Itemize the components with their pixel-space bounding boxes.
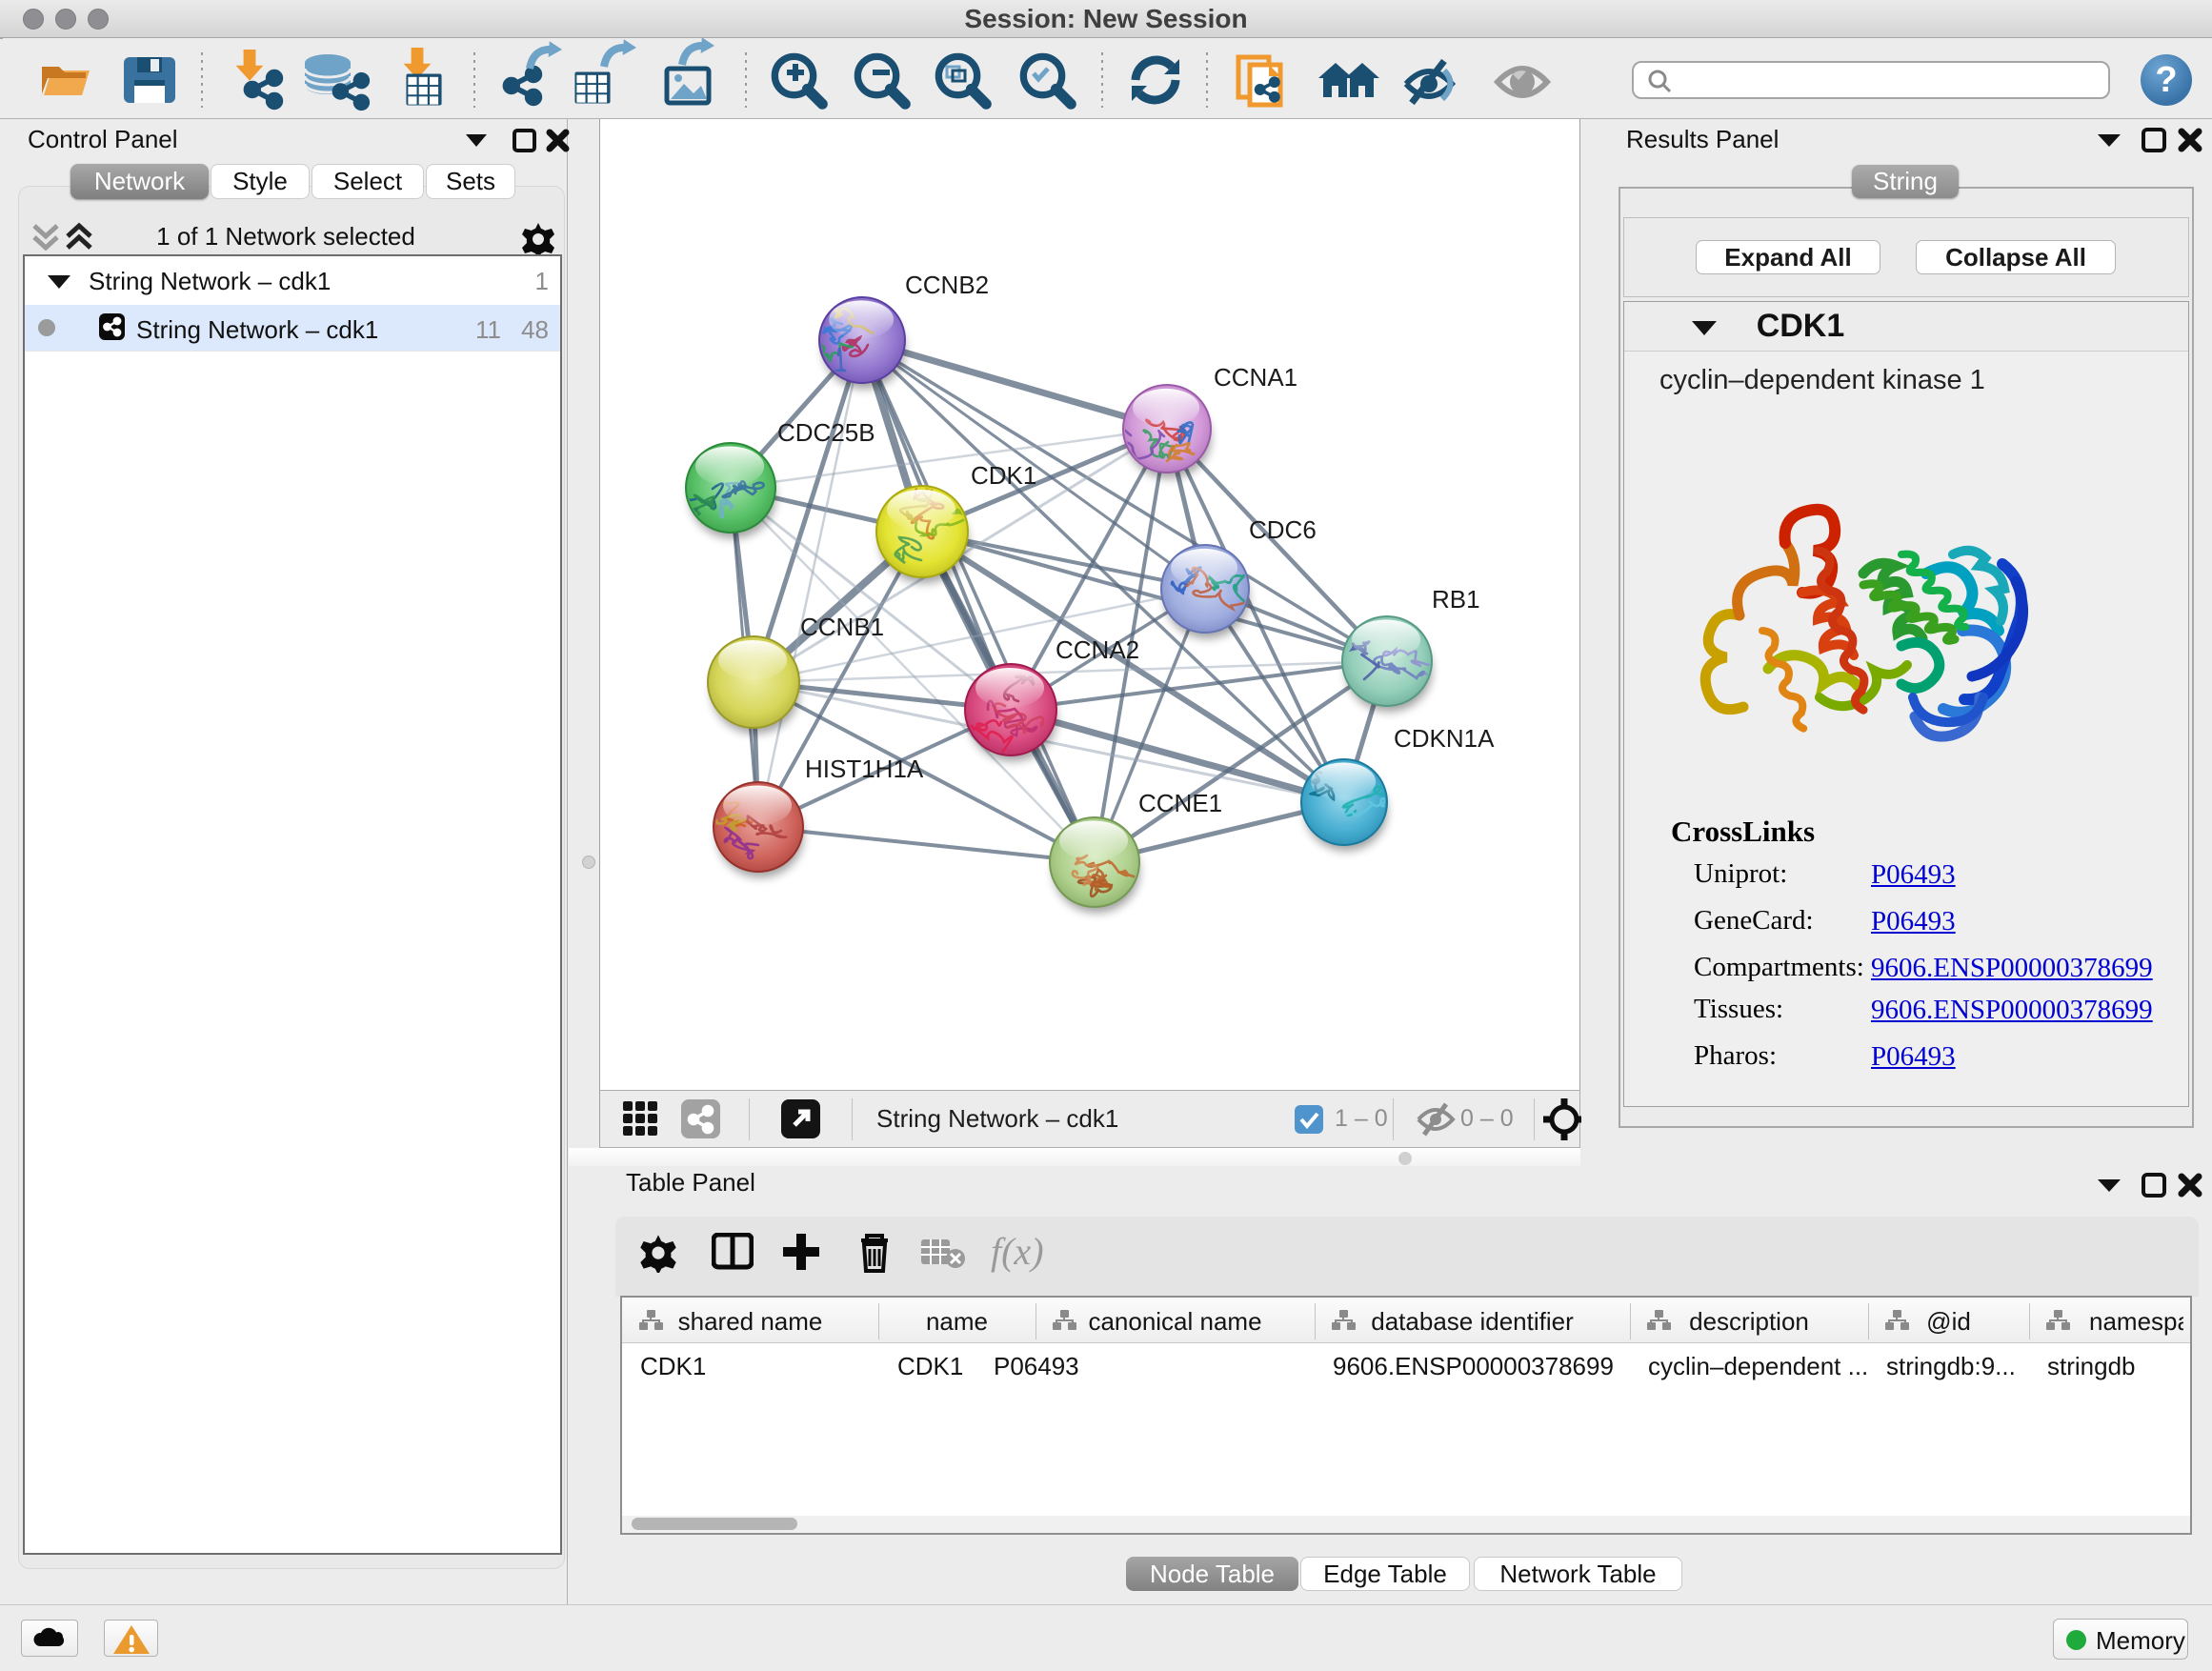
svg-text:CCNB2: CCNB2 xyxy=(905,271,989,299)
svg-text:CDK1: CDK1 xyxy=(971,461,1036,490)
svg-text:CCNA1: CCNA1 xyxy=(1214,363,1297,392)
svg-text:CDKN1A: CDKN1A xyxy=(1394,724,1495,753)
svg-text:CCNB1: CCNB1 xyxy=(800,613,884,641)
svg-text:HIST1H1A: HIST1H1A xyxy=(805,755,924,783)
svg-text:CDC6: CDC6 xyxy=(1249,515,1317,544)
svg-text:RB1: RB1 xyxy=(1432,585,1480,614)
svg-text:CCNA2: CCNA2 xyxy=(1056,635,1139,664)
svg-text:CCNE1: CCNE1 xyxy=(1138,789,1222,817)
svg-text:CDC25B: CDC25B xyxy=(777,418,875,447)
